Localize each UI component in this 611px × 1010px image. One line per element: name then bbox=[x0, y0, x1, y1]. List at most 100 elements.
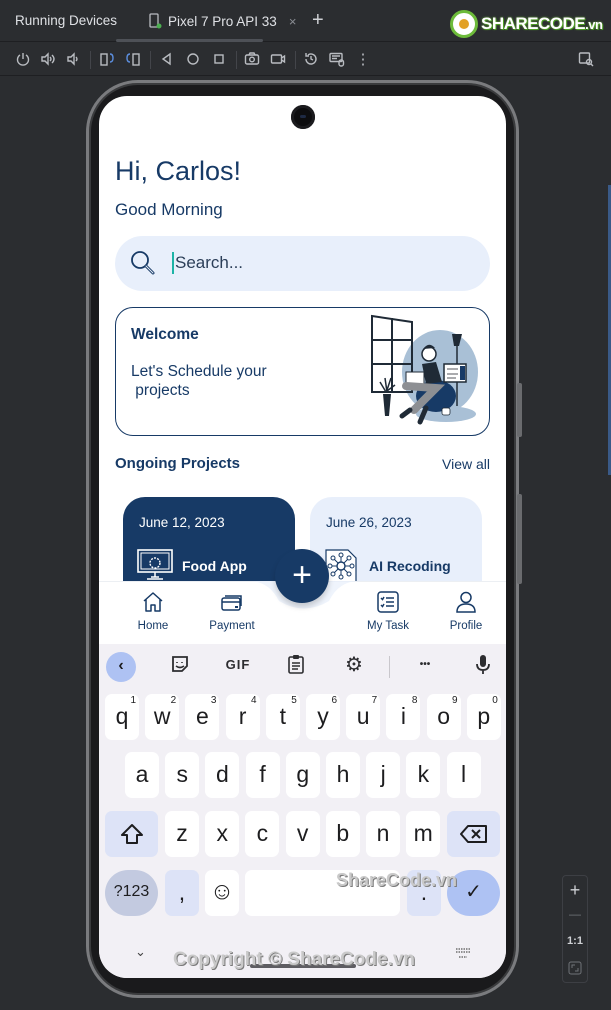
rotate-left-icon[interactable] bbox=[98, 51, 116, 69]
add-project-fab[interactable]: + bbox=[275, 549, 329, 603]
device-manager-icon[interactable] bbox=[577, 51, 595, 69]
key-label: t bbox=[279, 703, 286, 729]
key-hint: 3 bbox=[210, 695, 217, 706]
welcome-card[interactable]: Welcome Let's Schedule your projects bbox=[115, 307, 490, 436]
key-c[interactable]: c bbox=[245, 811, 280, 857]
key-label: y bbox=[317, 703, 329, 729]
key-z[interactable]: z bbox=[165, 811, 199, 857]
text-caret bbox=[172, 252, 174, 274]
gesture-home-bar[interactable] bbox=[250, 964, 356, 968]
key-t[interactable]: t5 bbox=[265, 694, 300, 740]
more-icon[interactable]: ⋮ bbox=[354, 51, 372, 69]
search-input[interactable]: Search... bbox=[175, 253, 243, 273]
key-m[interactable]: m bbox=[406, 811, 441, 857]
key-f[interactable]: f bbox=[245, 752, 280, 798]
phone-screen: Hi, Carlos! Good Morning Search... Welco… bbox=[99, 96, 506, 978]
panel-title: Running Devices bbox=[15, 13, 118, 28]
nav-label: Payment bbox=[209, 620, 255, 632]
key-hint: 4 bbox=[251, 695, 257, 706]
fit-screen-icon[interactable] bbox=[563, 961, 587, 980]
screen-record-icon[interactable] bbox=[269, 51, 287, 69]
clipboard-icon[interactable] bbox=[281, 654, 311, 678]
power-side-button[interactable] bbox=[517, 383, 522, 437]
key-w[interactable]: w2 bbox=[145, 694, 180, 740]
key-label: o bbox=[437, 703, 450, 729]
key-u[interactable]: u7 bbox=[346, 694, 381, 740]
volume-down-icon[interactable] bbox=[64, 51, 82, 69]
cards-icon bbox=[221, 595, 242, 611]
key-x[interactable]: x bbox=[205, 811, 240, 857]
settings-gear-icon[interactable]: ⚙ bbox=[339, 654, 369, 678]
rotate-right-icon[interactable] bbox=[124, 51, 142, 69]
collapse-toolbar-icon[interactable]: ‹ bbox=[106, 652, 136, 682]
key-h[interactable]: h bbox=[326, 752, 360, 798]
volume-side-button[interactable] bbox=[517, 494, 522, 584]
period-key[interactable]: . bbox=[407, 870, 441, 916]
nav-item-profile[interactable]: Profile bbox=[431, 590, 501, 632]
key-g[interactable]: g bbox=[285, 752, 320, 798]
key-a[interactable]: a bbox=[125, 752, 159, 798]
key-p[interactable]: p0 bbox=[466, 694, 501, 740]
key-i[interactable]: i8 bbox=[386, 694, 421, 740]
symbols-key[interactable]: ?123 bbox=[105, 870, 158, 916]
device-tab[interactable]: Pixel 7 Pro API 33 × bbox=[148, 0, 296, 42]
view-all-link[interactable]: View all bbox=[442, 456, 490, 472]
project-date: June 12, 2023 bbox=[139, 515, 225, 530]
power-icon[interactable] bbox=[14, 51, 32, 69]
zoom-controls: + — 1:1 bbox=[562, 875, 588, 983]
keyboard-mouse-icon[interactable] bbox=[328, 51, 346, 69]
emoji-key[interactable]: ☺ bbox=[205, 870, 239, 916]
key-l[interactable]: l bbox=[446, 752, 481, 798]
key-q[interactable]: q1 bbox=[105, 694, 139, 740]
key-e[interactable]: e3 bbox=[185, 694, 220, 740]
backspace-key[interactable] bbox=[447, 811, 500, 857]
actual-size-button[interactable]: 1:1 bbox=[563, 935, 587, 947]
tab-close-icon[interactable]: × bbox=[289, 14, 297, 29]
key-label: i bbox=[400, 703, 406, 729]
back-icon[interactable] bbox=[158, 51, 176, 69]
key-v[interactable]: v bbox=[285, 811, 320, 857]
reset-icon[interactable] bbox=[302, 51, 320, 69]
key-o[interactable]: o9 bbox=[426, 694, 461, 740]
search-bar[interactable]: Search... bbox=[115, 236, 490, 291]
space-key[interactable] bbox=[245, 870, 400, 916]
enter-key[interactable]: ✓ bbox=[447, 870, 500, 916]
key-hint: 7 bbox=[371, 695, 378, 706]
device-toolbar: ⋮ bbox=[0, 43, 611, 76]
key-k[interactable]: k bbox=[406, 752, 441, 798]
soft-keyboard: ‹ GIF ⚙ ••• q1w2e3r4t5y6u7i8o9p0 asdfghj… bbox=[99, 644, 506, 978]
zoom-in-button[interactable]: + bbox=[563, 880, 587, 901]
key-d[interactable]: d bbox=[205, 752, 240, 798]
nav-item-my-task[interactable]: My Task bbox=[353, 590, 423, 632]
key-s[interactable]: s bbox=[165, 752, 200, 798]
sticker-icon[interactable] bbox=[165, 654, 195, 678]
front-camera bbox=[291, 105, 315, 129]
phone-icon bbox=[149, 13, 162, 29]
hide-keyboard-icon[interactable]: ⌄ bbox=[135, 944, 146, 960]
key-hint: 0 bbox=[492, 695, 498, 706]
gif-button[interactable]: GIF bbox=[223, 654, 253, 678]
greeting-title: Hi, Carlos! bbox=[115, 156, 242, 186]
key-label: w bbox=[153, 703, 171, 729]
zoom-out-button[interactable]: — bbox=[563, 907, 587, 921]
comma-key[interactable]: , bbox=[165, 870, 199, 916]
keyboard-switch-icon[interactable] bbox=[455, 946, 471, 964]
toolbar-separator bbox=[150, 51, 151, 69]
microphone-icon[interactable] bbox=[468, 654, 498, 678]
more-options-icon[interactable]: ••• bbox=[410, 654, 440, 678]
volume-up-icon[interactable] bbox=[39, 51, 57, 69]
key-n[interactable]: n bbox=[366, 811, 400, 857]
home-icon[interactable] bbox=[184, 51, 202, 69]
overview-icon[interactable] bbox=[210, 51, 228, 69]
nav-item-home[interactable]: Home bbox=[118, 590, 188, 632]
shift-key[interactable] bbox=[105, 811, 158, 857]
key-y[interactable]: y6 bbox=[306, 694, 340, 740]
welcome-text: Let's Schedule your projects bbox=[131, 363, 267, 399]
add-tab-button[interactable]: + bbox=[312, 10, 324, 30]
screenshot-icon[interactable] bbox=[243, 51, 261, 69]
tab-selected-indicator bbox=[116, 39, 263, 42]
key-r[interactable]: r4 bbox=[225, 694, 260, 740]
key-j[interactable]: j bbox=[366, 752, 401, 798]
nav-label: Home bbox=[137, 620, 169, 632]
key-b[interactable]: b bbox=[325, 811, 360, 857]
